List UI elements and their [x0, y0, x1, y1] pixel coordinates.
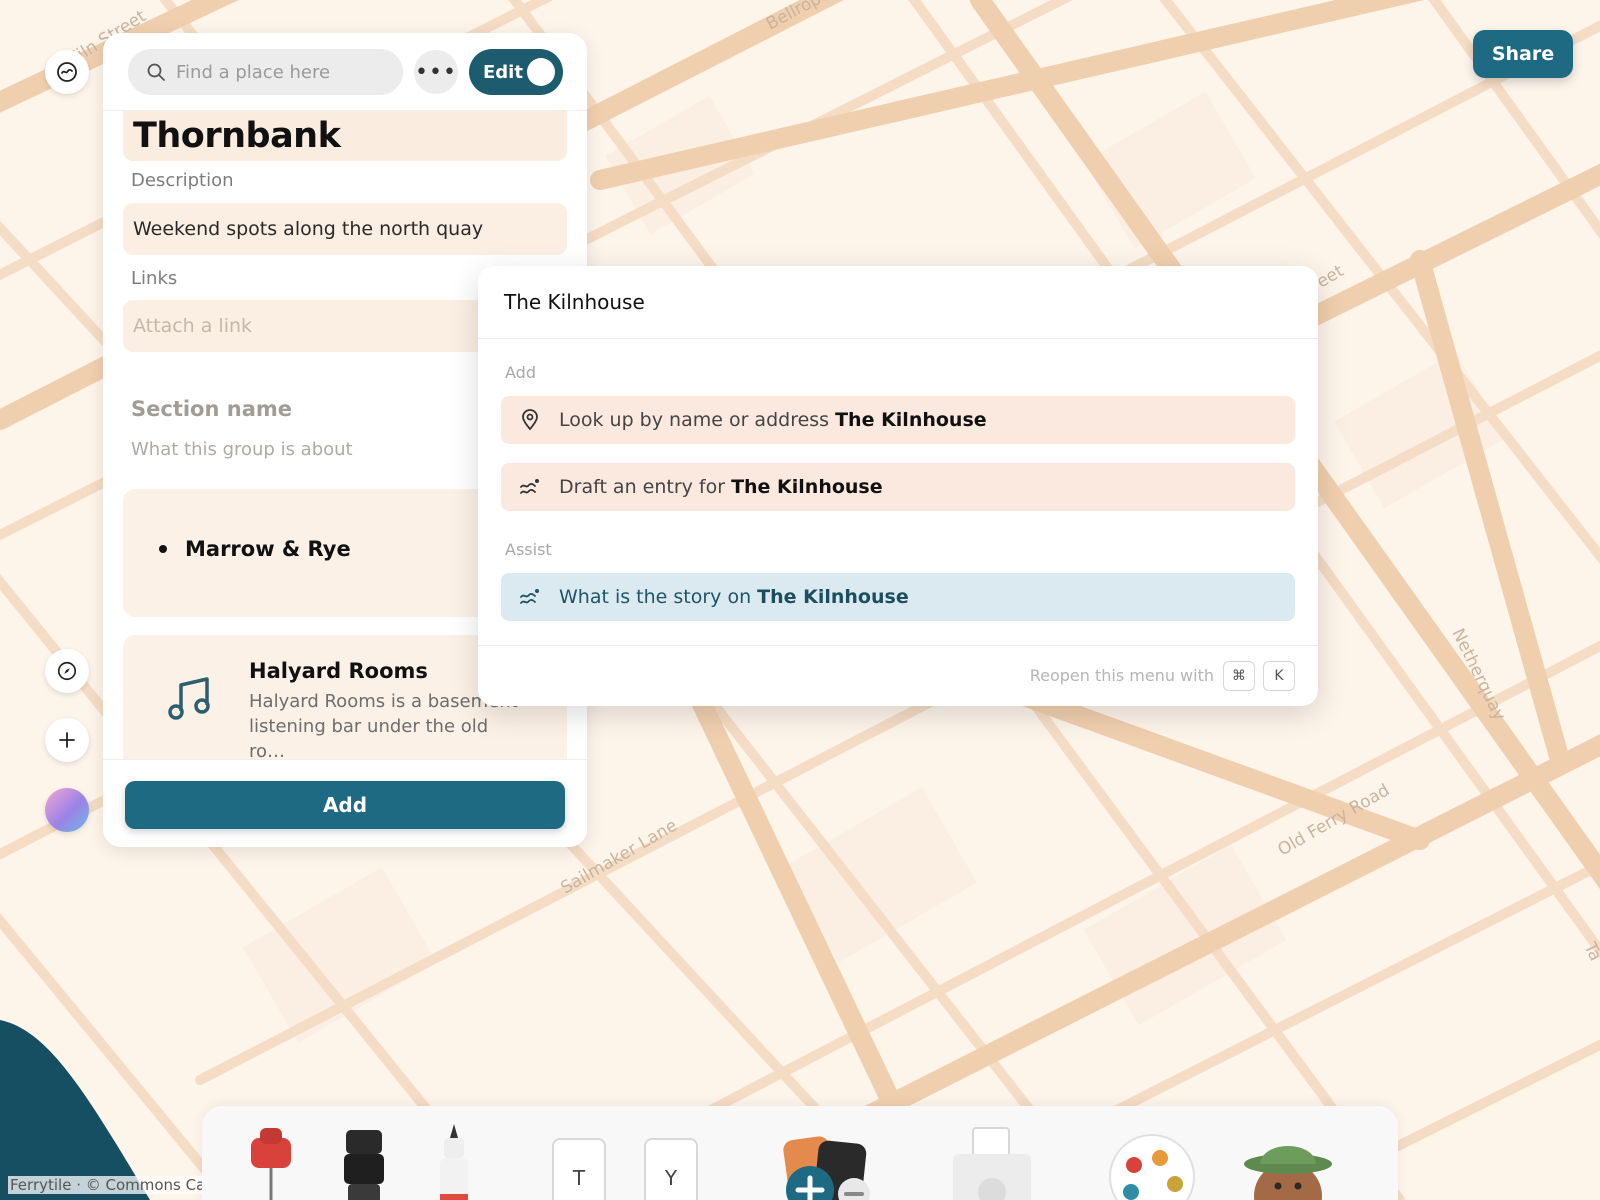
- compass-icon: [57, 661, 77, 681]
- option-target: The Kilnhouse: [731, 476, 883, 498]
- description-label: Description: [131, 170, 234, 191]
- pin-tool-icon[interactable]: [246, 1126, 296, 1200]
- option-target: The Kilnhouse: [835, 409, 987, 431]
- app-menu-button[interactable]: [45, 50, 89, 94]
- panel-footer: Add: [103, 759, 587, 847]
- place-name: Halyard Rooms: [249, 659, 428, 683]
- ask-story-option[interactable]: What is the story on The Kilnhouse: [501, 573, 1295, 621]
- section-name-field[interactable]: Section name: [131, 397, 292, 421]
- plus-icon: [59, 732, 75, 748]
- option-label: What is the story on: [559, 586, 752, 608]
- edit-toggle-label: Edit: [483, 61, 523, 83]
- section-header-assist: Assist: [505, 540, 552, 559]
- palette-tool-icon[interactable]: [1107, 1132, 1197, 1200]
- tool-dock: T Y: [202, 1106, 1398, 1200]
- character-tool-icon[interactable]: [1240, 1130, 1336, 1200]
- corner-blob: [0, 1020, 150, 1200]
- text-tool-y[interactable]: Y: [644, 1138, 698, 1200]
- text-tool-t[interactable]: T: [552, 1138, 606, 1200]
- panel-toolbar: Find a place here ••• Edit: [103, 33, 587, 111]
- option-label: Draft an entry for: [559, 476, 726, 498]
- pen-tool-icon[interactable]: [434, 1124, 474, 1200]
- divider: [478, 645, 1318, 646]
- sticker-tool-icon[interactable]: [947, 1126, 1037, 1200]
- sparkle-wave-icon: [519, 586, 541, 608]
- command-key: ⌘: [1223, 661, 1255, 691]
- draft-entry-option[interactable]: Draft an entry for The Kilnhouse: [501, 463, 1295, 511]
- toggle-knob: [527, 58, 555, 86]
- place-name: Marrow & Rye: [185, 537, 351, 561]
- share-button[interactable]: Share: [1473, 30, 1573, 78]
- edit-mode-toggle[interactable]: Edit: [469, 49, 563, 95]
- map-title-field[interactable]: Thornbank: [123, 111, 567, 161]
- ellipsis-icon: •••: [415, 59, 457, 85]
- search-icon: [147, 63, 165, 81]
- option-label: Look up by name or address: [559, 409, 830, 431]
- add-button[interactable]: Add: [125, 781, 565, 829]
- section-header-add: Add: [505, 363, 536, 382]
- divider: [478, 338, 1318, 339]
- links-label: Links: [131, 268, 178, 289]
- section-description-field[interactable]: What this group is about: [131, 439, 353, 460]
- search-placeholder: Find a place here: [176, 61, 331, 83]
- marker-tool-icon[interactable]: [342, 1126, 386, 1200]
- explore-button[interactable]: [45, 649, 89, 693]
- more-options-button[interactable]: •••: [414, 50, 458, 94]
- option-target: The Kilnhouse: [757, 586, 909, 608]
- music-note-icon: [168, 677, 210, 720]
- shortcut-hint: Reopen this menu with: [1029, 666, 1214, 685]
- lookup-place-option[interactable]: Look up by name or address The Kilnhouse: [501, 396, 1295, 444]
- k-key: K: [1263, 661, 1295, 691]
- avatar[interactable]: [45, 788, 89, 832]
- search-input[interactable]: Find a place here: [128, 49, 403, 95]
- bullet-icon: [159, 545, 167, 553]
- app-logo-icon: [57, 62, 77, 82]
- map-attribution[interactable]: Ferrytile · © Commons Carto: [8, 1176, 229, 1194]
- location-pin-icon: [519, 409, 541, 431]
- new-map-button[interactable]: [45, 718, 89, 762]
- layers-tool-icon[interactable]: [782, 1132, 882, 1200]
- command-menu: The Kilnhouse Add Look up by name or add…: [478, 266, 1318, 706]
- description-field[interactable]: Weekend spots along the north quay: [123, 203, 567, 255]
- sparkle-wave-icon: [519, 476, 541, 498]
- command-input[interactable]: The Kilnhouse: [504, 290, 645, 314]
